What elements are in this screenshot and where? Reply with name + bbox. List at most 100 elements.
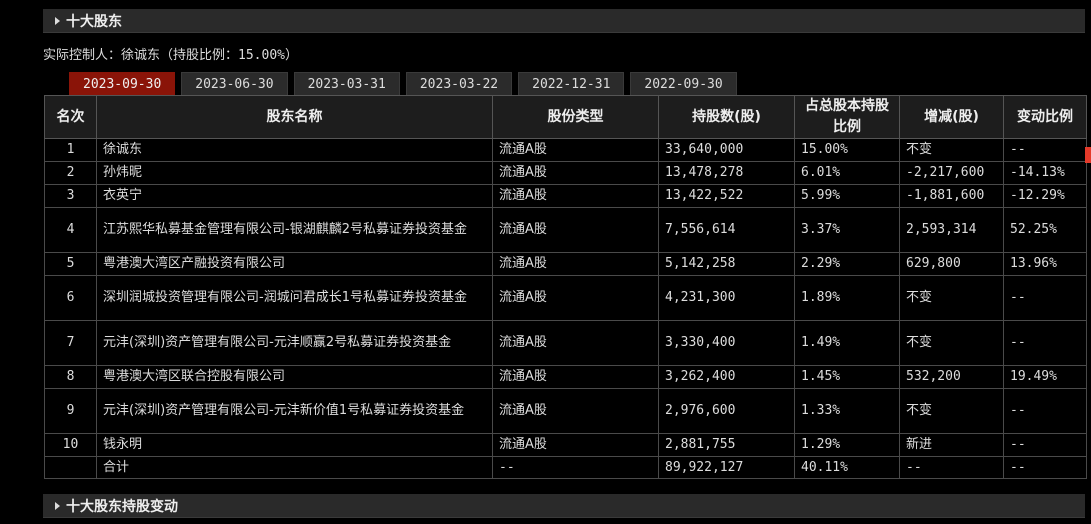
tab-date[interactable]: 2023-09-30 [69, 72, 176, 95]
pct-cell: 15.00% [794, 138, 900, 162]
col-header-pct: 占总股本持股比例 [794, 95, 900, 139]
pct-cell: 1.89% [794, 275, 900, 321]
table-row: 5 粤港澳大湾区产融投资有限公司 流通A股 5,142,258 2.29% 629,800… [44, 252, 1087, 276]
expand-triangle-icon [55, 501, 60, 510]
ratio-cell: 52.25% [1003, 207, 1087, 253]
ratio-cell: -- [1003, 433, 1087, 457]
share-type-cell: 流通A股 [492, 275, 659, 321]
section2-title: 十大股东持股变动 [66, 498, 178, 515]
table-row: 3 衣英宁 流通A股 13,422,522 5.99% -1,881,600 -12.29% [44, 184, 1087, 208]
shares-cell: 5,142,258 [658, 252, 795, 276]
change-cell: -1,881,600 [899, 184, 1004, 208]
share-type-cell: 流通A股 [492, 138, 659, 162]
pct-cell: 1.49% [794, 320, 900, 366]
table-row: 8 粤港澳大湾区联合控股有限公司 流通A股 3,262,400 1.45% 532,200… [44, 365, 1087, 389]
tab-date[interactable]: 2022-12-31 [518, 72, 625, 95]
change-cell: 532,200 [899, 365, 1004, 389]
shares-cell: 13,422,522 [658, 184, 795, 208]
holder-name-cell: 孙炜昵 [96, 161, 493, 185]
change-cell: 新进 [899, 433, 1004, 457]
holder-name-cell: 元沣(深圳)资产管理有限公司-元沣新价值1号私募证券投资基金 [96, 388, 493, 434]
change-cell: 不变 [899, 320, 1004, 366]
table-row: 7 元沣(深圳)资产管理有限公司-元沣顺赢2号私募证券投资基金 流通A股 3,330,… [44, 320, 1087, 366]
controller-label: 实际控制人： [43, 48, 122, 63]
tab-date[interactable]: 2023-03-22 [405, 72, 513, 95]
change-cell: 629,800 [899, 252, 1004, 276]
change-cell: -2,217,600 [899, 161, 1004, 185]
col-header-change: 增减(股) [899, 95, 1004, 139]
change-cell: 不变 [899, 388, 1004, 434]
col-header-shares: 持股数(股) [658, 95, 795, 139]
total-pct-cell: 40.11% [794, 456, 900, 479]
holder-name-cell: 衣英宁 [96, 184, 493, 208]
holder-name-cell: 江苏熙华私募基金管理有限公司-银湖麒麟2号私募证券投资基金 [96, 207, 493, 253]
ratio-cell: -- [1003, 320, 1087, 366]
change-cell: 不变 [899, 275, 1004, 321]
ratio-cell: 19.49% [1003, 365, 1087, 389]
table-row: 6 深圳润城投资管理有限公司-润城问君成长1号私募证券投资基金 流通A股 4,231,… [44, 275, 1087, 321]
rank-cell: 6 [44, 275, 97, 321]
change-cell: 2,593,314 [899, 207, 1004, 253]
share-type-cell: 流通A股 [492, 320, 659, 366]
table-row: 4 江苏熙华私募基金管理有限公司-银湖麒麟2号私募证券投资基金 流通A股 7,556,… [44, 207, 1087, 253]
col-header-rank: 名次 [44, 95, 97, 139]
table-row: 9 元沣(深圳)资产管理有限公司-元沣新价值1号私募证券投资基金 流通A股 2,976… [44, 388, 1087, 434]
table-row: 2 孙炜昵 流通A股 13,478,278 6.01% -2,217,600 -14.13% [44, 161, 1087, 185]
total-shares-cell: 89,922,127 [658, 456, 795, 479]
rank-cell: 7 [44, 320, 97, 366]
shares-cell: 7,556,614 [658, 207, 795, 253]
pct-cell: 1.33% [794, 388, 900, 434]
total-type-cell: -- [492, 456, 659, 479]
shares-cell: 33,640,000 [658, 138, 795, 162]
table-row: 10 钱永明 流通A股 2,881,755 1.29% 新进 -- [44, 433, 1087, 457]
holder-name-cell: 徐诚东 [96, 138, 493, 162]
pct-cell: 6.01% [794, 161, 900, 185]
ratio-cell: -- [1003, 138, 1087, 162]
rank-cell: 5 [44, 252, 97, 276]
rank-cell: 10 [44, 433, 97, 457]
holder-name-cell: 粤港澳大湾区产融投资有限公司 [96, 252, 493, 276]
col-header-type: 股份类型 [492, 95, 659, 139]
pct-cell: 2.29% [794, 252, 900, 276]
share-type-cell: 流通A股 [492, 184, 659, 208]
top-shareholders-header[interactable]: 十大股东 [43, 9, 1085, 33]
holder-name-cell: 元沣(深圳)资产管理有限公司-元沣顺赢2号私募证券投资基金 [96, 320, 493, 366]
shareholders-table: 名次 股东名称 股份类型 持股数(股) 占总股本持股比例 增减(股) 变动比例 … [44, 95, 1087, 479]
holder-name-cell: 钱永明 [96, 433, 493, 457]
shares-cell: 3,330,400 [658, 320, 795, 366]
share-type-cell: 流通A股 [492, 365, 659, 389]
tab-date[interactable]: 2022-09-30 [630, 72, 737, 95]
controller-info: 实际控制人：徐诚东（持股比例：15.00%） [43, 44, 298, 63]
holder-name-cell: 深圳润城投资管理有限公司-润城问君成长1号私募证券投资基金 [96, 275, 493, 321]
tab-date[interactable]: 2023-03-31 [293, 72, 400, 95]
table-row: 1 徐诚东 流通A股 33,640,000 15.00% 不变 -- [44, 138, 1087, 162]
scroll-marker [1085, 147, 1091, 163]
pct-cell: 1.29% [794, 433, 900, 457]
total-change-cell: -- [899, 456, 1004, 479]
pct-cell: 1.45% [794, 365, 900, 389]
pct-cell: 3.37% [794, 207, 900, 253]
rank-cell: 9 [44, 388, 97, 434]
shares-cell: 3,262,400 [658, 365, 795, 389]
section-title: 十大股东 [66, 13, 122, 30]
share-type-cell: 流通A股 [492, 433, 659, 457]
expand-triangle-icon [55, 16, 60, 25]
date-tabs: 2023-09-30 2023-06-30 2023-03-31 2023-03… [69, 72, 737, 95]
share-type-cell: 流通A股 [492, 207, 659, 253]
ratio-cell: -12.29% [1003, 184, 1087, 208]
ratio-cell: -- [1003, 388, 1087, 434]
controller-text: 徐诚东（持股比例：15.00%） [121, 48, 298, 63]
total-rank-cell [44, 456, 97, 479]
shares-cell: 13,478,278 [658, 161, 795, 185]
tab-date[interactable]: 2023-06-30 [181, 72, 288, 95]
holding-changes-header[interactable]: 十大股东持股变动 [43, 494, 1085, 518]
total-label-cell: 合计 [96, 456, 493, 479]
holder-name-cell: 粤港澳大湾区联合控股有限公司 [96, 365, 493, 389]
share-type-cell: 流通A股 [492, 161, 659, 185]
col-header-ratio: 变动比例 [1003, 95, 1087, 139]
total-ratio-cell: -- [1003, 456, 1087, 479]
ratio-cell: -14.13% [1003, 161, 1087, 185]
rank-cell: 1 [44, 138, 97, 162]
table-header-row: 名次 股东名称 股份类型 持股数(股) 占总股本持股比例 增减(股) 变动比例 [44, 95, 1087, 139]
pct-cell: 5.99% [794, 184, 900, 208]
